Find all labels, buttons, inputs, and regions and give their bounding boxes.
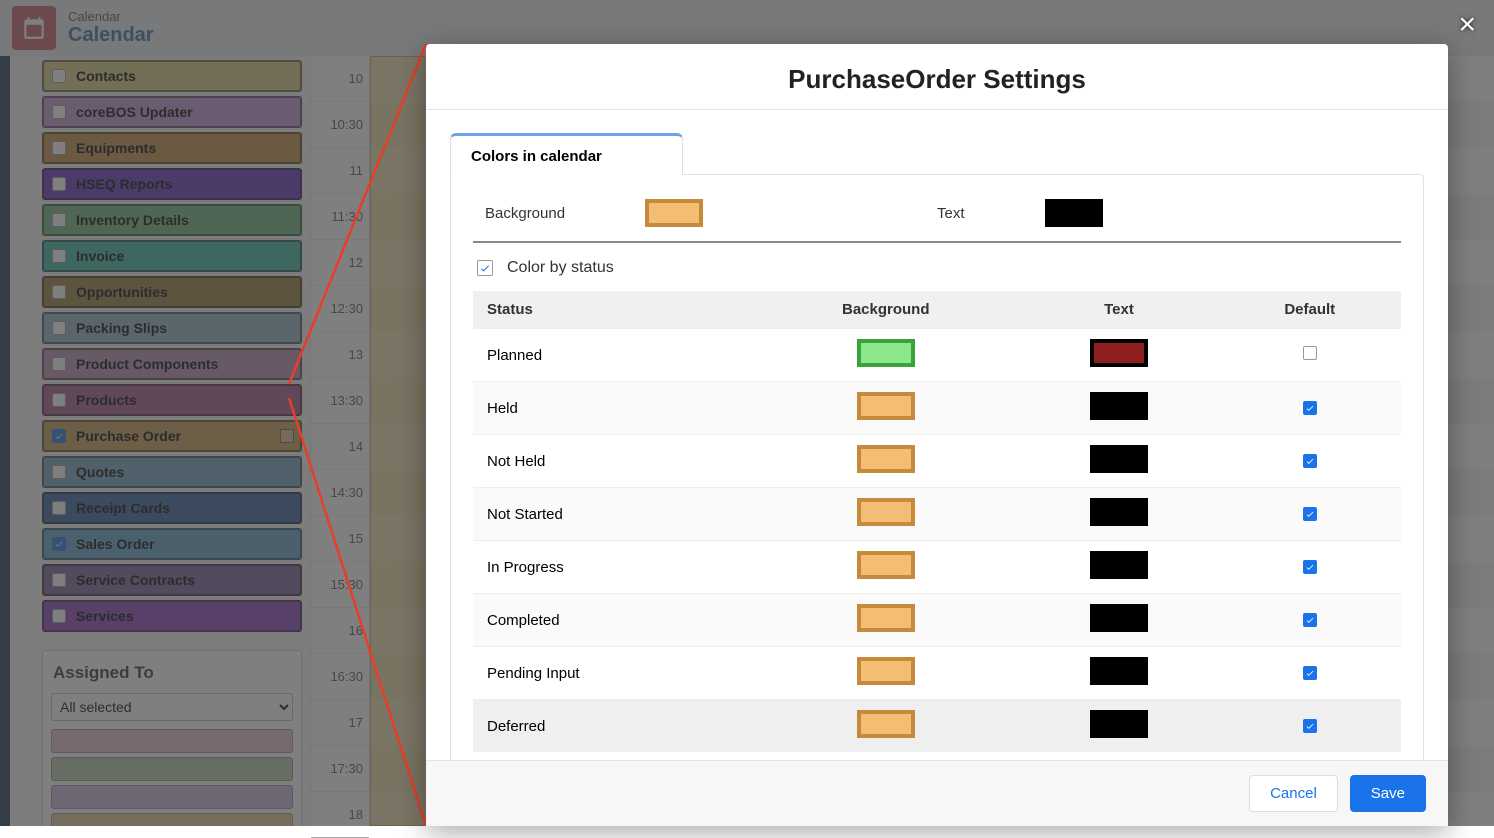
status-bg-swatch[interactable]: [857, 339, 915, 367]
status-default-checkbox[interactable]: [1303, 507, 1317, 521]
status-bg-swatch[interactable]: [857, 498, 915, 526]
status-bg-swatch[interactable]: [857, 392, 915, 420]
save-button[interactable]: Save: [1350, 775, 1426, 812]
status-row: Not Started: [473, 488, 1401, 541]
status-bg-swatch[interactable]: [857, 657, 915, 685]
status-default-checkbox[interactable]: [1303, 454, 1317, 468]
status-text-swatch[interactable]: [1090, 498, 1148, 526]
cancel-button[interactable]: Cancel: [1249, 775, 1338, 812]
status-default-checkbox[interactable]: [1303, 401, 1317, 415]
status-text-swatch[interactable]: [1090, 339, 1148, 367]
settings-modal: PurchaseOrder Settings Colors in calenda…: [426, 44, 1448, 826]
status-default-checkbox[interactable]: [1303, 666, 1317, 680]
status-name: Held: [473, 382, 752, 435]
status-bg-swatch[interactable]: [857, 604, 915, 632]
background-color-swatch[interactable]: [645, 199, 703, 227]
status-default-checkbox[interactable]: [1303, 719, 1317, 733]
status-name: Completed: [473, 594, 752, 647]
status-color-table: Status Background Text Default PlannedHe…: [473, 291, 1401, 752]
status-name: In Progress: [473, 541, 752, 594]
status-text-swatch[interactable]: [1090, 392, 1148, 420]
status-bg-swatch[interactable]: [857, 551, 915, 579]
status-bg-swatch[interactable]: [857, 445, 915, 473]
status-name: Pending Input: [473, 647, 752, 700]
status-text-swatch[interactable]: [1090, 551, 1148, 579]
status-row: Not Held: [473, 435, 1401, 488]
status-default-checkbox[interactable]: [1303, 560, 1317, 574]
status-name: Not Held: [473, 435, 752, 488]
color-by-status-checkbox[interactable]: [477, 260, 493, 276]
status-default-checkbox[interactable]: [1303, 346, 1317, 360]
status-row: Pending Input: [473, 647, 1401, 700]
status-row: Deferred: [473, 700, 1401, 753]
text-label: Text: [937, 205, 965, 222]
status-text-swatch[interactable]: [1090, 445, 1148, 473]
status-text-swatch[interactable]: [1090, 710, 1148, 738]
tab-colors-in-calendar[interactable]: Colors in calendar: [450, 133, 683, 175]
status-name: Planned: [473, 329, 752, 382]
status-name: Not Started: [473, 488, 752, 541]
status-row: Completed: [473, 594, 1401, 647]
col-status: Status: [473, 291, 752, 329]
status-row: Held: [473, 382, 1401, 435]
status-row: In Progress: [473, 541, 1401, 594]
status-text-swatch[interactable]: [1090, 657, 1148, 685]
status-row: Planned: [473, 329, 1401, 382]
col-background: Background: [752, 291, 1019, 329]
status-default-checkbox[interactable]: [1303, 613, 1317, 627]
modal-title: PurchaseOrder Settings: [450, 64, 1424, 95]
status-text-swatch[interactable]: [1090, 604, 1148, 632]
color-by-status-label: Color by status: [507, 259, 614, 277]
status-bg-swatch[interactable]: [857, 710, 915, 738]
status-name: Deferred: [473, 700, 752, 753]
col-text: Text: [1019, 291, 1218, 329]
background-label: Background: [485, 205, 565, 222]
text-color-swatch[interactable]: [1045, 199, 1103, 227]
close-icon[interactable]: ×: [1458, 8, 1476, 42]
col-default: Default: [1218, 291, 1401, 329]
